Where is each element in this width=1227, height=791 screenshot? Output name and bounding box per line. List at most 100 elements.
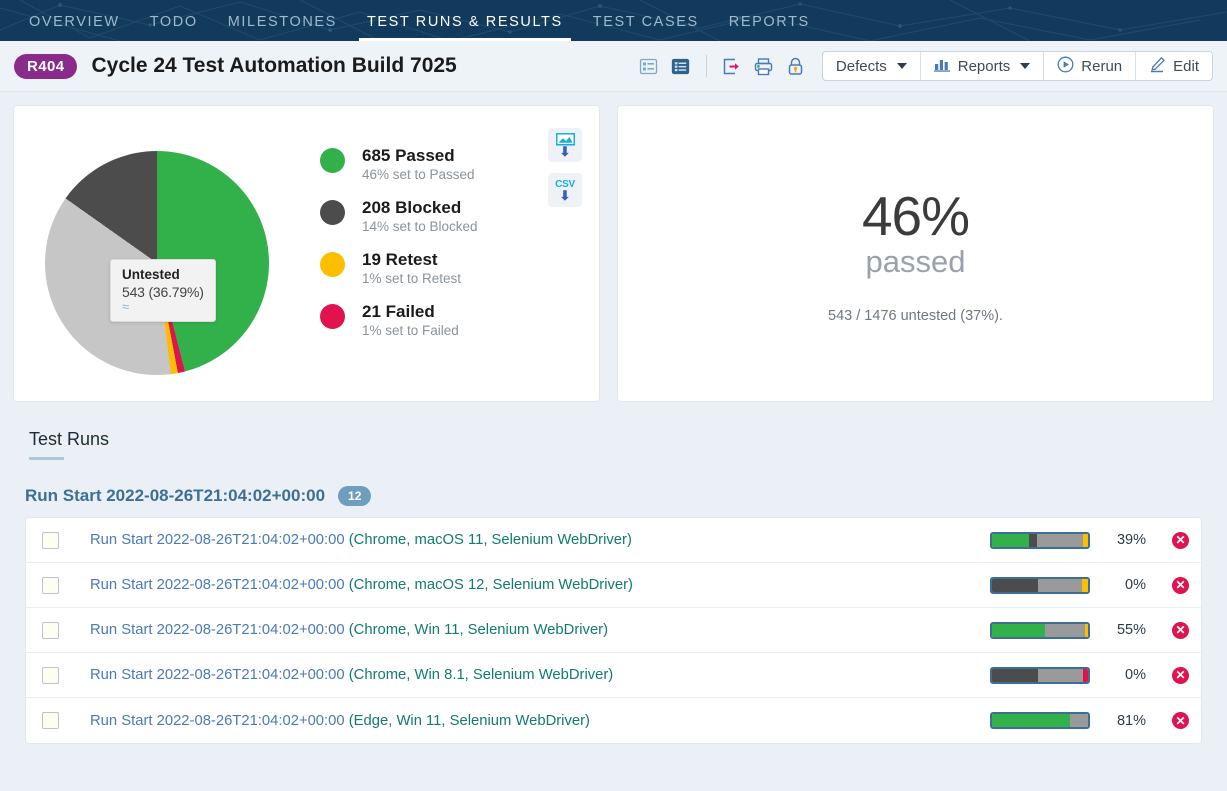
progress-segment (1083, 533, 1088, 547)
run-link[interactable]: Run Start 2022-08-26T21:04:02+00:00 (Chr… (90, 532, 632, 548)
pass-rate-card: 46% passed 543 / 1476 untested (37%). (617, 105, 1214, 402)
run-date-label: Run Start 2022-08-26T21:04:02+00:00 (90, 577, 349, 593)
run-link[interactable]: Run Start 2022-08-26T21:04:02+00:00 (Chr… (90, 622, 608, 638)
delete-run-icon[interactable]: ✕ (1172, 531, 1189, 549)
table-row[interactable]: Run Start 2022-08-26T21:04:02+00:00 (Edg… (26, 698, 1201, 743)
run-group-header[interactable]: Run Start 2022-08-26T21:04:02+00:00 12 (25, 486, 1214, 506)
progress-segment (1037, 533, 1084, 547)
download-arrow-icon: ⬇ (559, 188, 571, 203)
legend-item-failed: 21 Failed 1% set to Failed (320, 302, 599, 338)
nav-tab-milestones[interactable]: MILESTONES (213, 14, 352, 41)
untested-note: 543 / 1476 untested (37%). (828, 307, 1003, 324)
table-row[interactable]: Run Start 2022-08-26T21:04:02+00:00 (Chr… (26, 563, 1201, 608)
main-navigation: OVERVIEW TODO MILESTONES TEST RUNS & RES… (0, 0, 1227, 41)
defects-button[interactable]: Defects (823, 52, 921, 80)
row-checkbox[interactable] (42, 666, 59, 684)
progress-bar (990, 531, 1090, 549)
reports-button[interactable]: Reports (921, 52, 1045, 80)
header-toolbar: Defects Reports Rerun Edit (633, 51, 1213, 81)
progress-segment (992, 714, 1070, 727)
run-group-label: Run Start 2022-08-26T21:04:02+00:00 (25, 486, 326, 505)
action-button-group: Defects Reports Rerun Edit (821, 51, 1213, 81)
pencil-icon (1149, 56, 1166, 77)
edit-button[interactable]: Edit (1136, 52, 1212, 80)
progress-percentage: 81% (1116, 712, 1146, 729)
delete-run-icon[interactable]: ✕ (1172, 712, 1189, 729)
list-view-icon[interactable] (636, 53, 662, 79)
delete-run-icon[interactable]: ✕ (1172, 621, 1189, 639)
legend-dot-failed (320, 304, 345, 329)
rerun-label: Rerun (1081, 57, 1123, 75)
status-distribution-card: Untested 543 (36.79%) ≈ 685 Passed 46% s… (13, 105, 600, 402)
legend-sub-retest: 1% set to Retest (362, 271, 462, 286)
run-date-label: Run Start 2022-08-26T21:04:02+00:00 (90, 667, 349, 683)
export-icon[interactable] (719, 53, 745, 79)
table-row[interactable]: Run Start 2022-08-26T21:04:02+00:00 (Chr… (26, 653, 1201, 698)
progress-segment (992, 533, 1030, 547)
progress-percentage: 55% (1116, 622, 1146, 638)
detail-view-icon[interactable] (668, 53, 694, 79)
run-group-count-badge: 12 (338, 486, 372, 506)
run-environment-label: (Chrome, Win 8.1, Selenium WebDriver) (348, 667, 614, 683)
run-date-label: Run Start 2022-08-26T21:04:02+00:00 (90, 622, 349, 638)
legend-item-retest: 19 Retest 1% set to Retest (320, 250, 599, 286)
run-link[interactable]: Run Start 2022-08-26T21:04:02+00:00 (Chr… (90, 667, 613, 683)
row-checkbox[interactable] (42, 712, 59, 729)
row-status-group: 39% ✕ (990, 531, 1189, 549)
pass-percentage: 46% (861, 184, 970, 247)
nav-tab-test-runs-results[interactable]: TEST RUNS & RESULTS (352, 14, 578, 41)
legend-sub-blocked: 14% set to Blocked (362, 219, 478, 234)
legend-dot-retest (320, 252, 345, 277)
progress-segment (1082, 578, 1088, 592)
pie-tooltip: Untested 543 (36.79%) ≈ (110, 259, 216, 322)
legend-sub-failed: 1% set to Failed (362, 323, 459, 338)
legend-count-blocked: 208 Blocked (362, 198, 462, 217)
row-checkbox[interactable] (42, 621, 59, 639)
download-image-button[interactable]: ⬇ (548, 128, 582, 162)
reports-label: Reports (957, 57, 1011, 75)
download-arrow-icon: ⬇ (559, 144, 571, 159)
download-csv-button[interactable]: CSV ⬇ (548, 173, 582, 207)
run-environment-label: (Chrome, macOS 11, Selenium WebDriver) (348, 532, 632, 548)
legend-dot-blocked (320, 200, 345, 225)
progress-segment (992, 668, 1039, 682)
run-date-label: Run Start 2022-08-26T21:04:02+00:00 (90, 532, 349, 548)
chart-download-buttons: ⬇ CSV ⬇ (548, 128, 582, 218)
rerun-button[interactable]: Rerun (1044, 52, 1137, 80)
test-runs-heading: Test Runs (29, 429, 110, 449)
nav-tab-overview[interactable]: OVERVIEW (14, 14, 135, 41)
table-row[interactable]: Run Start 2022-08-26T21:04:02+00:00 (Chr… (26, 608, 1201, 653)
progress-bar (990, 712, 1090, 729)
pass-percentage-label: passed (865, 243, 966, 279)
row-status-group: 55% ✕ (990, 621, 1189, 639)
legend-count-failed: 21 Failed (362, 302, 435, 321)
legend-count-retest: 19 Retest (362, 250, 438, 269)
test-runs-table: Run Start 2022-08-26T21:04:02+00:00 (Chr… (25, 517, 1202, 744)
tooltip-title: Untested (122, 267, 180, 282)
run-link[interactable]: Run Start 2022-08-26T21:04:02+00:00 (Edg… (90, 713, 590, 729)
lock-icon[interactable] (783, 53, 809, 79)
print-icon[interactable] (751, 53, 777, 79)
run-link[interactable]: Run Start 2022-08-26T21:04:02+00:00 (Chr… (90, 577, 633, 593)
progress-segment (1083, 668, 1088, 682)
progress-segment (1029, 533, 1038, 547)
defects-label: Defects (835, 57, 887, 75)
toolbar-divider (705, 55, 707, 77)
table-row[interactable]: Run Start 2022-08-26T21:04:02+00:00 (Chr… (26, 518, 1201, 563)
delete-run-icon[interactable]: ✕ (1172, 666, 1189, 684)
row-checkbox[interactable] (42, 531, 59, 549)
delete-run-icon[interactable]: ✕ (1172, 576, 1189, 594)
nav-tab-todo[interactable]: TODO (135, 14, 213, 41)
edit-label: Edit (1173, 57, 1199, 75)
row-status-group: 81% ✕ (990, 712, 1189, 729)
page-title: Cycle 24 Test Automation Build 7025 (91, 54, 457, 77)
nav-tab-test-cases[interactable]: TEST CASES (578, 14, 714, 41)
nav-tab-reports[interactable]: REPORTS (714, 14, 825, 41)
row-checkbox[interactable] (42, 576, 59, 594)
progress-segment (992, 623, 1045, 637)
chevron-down-icon (1020, 63, 1031, 69)
play-circle-icon (1057, 56, 1074, 77)
row-status-group: 0% ✕ (990, 666, 1189, 684)
section-underline (29, 457, 64, 460)
pie-chart-container: Untested 543 (36.79%) ≈ (14, 106, 294, 403)
